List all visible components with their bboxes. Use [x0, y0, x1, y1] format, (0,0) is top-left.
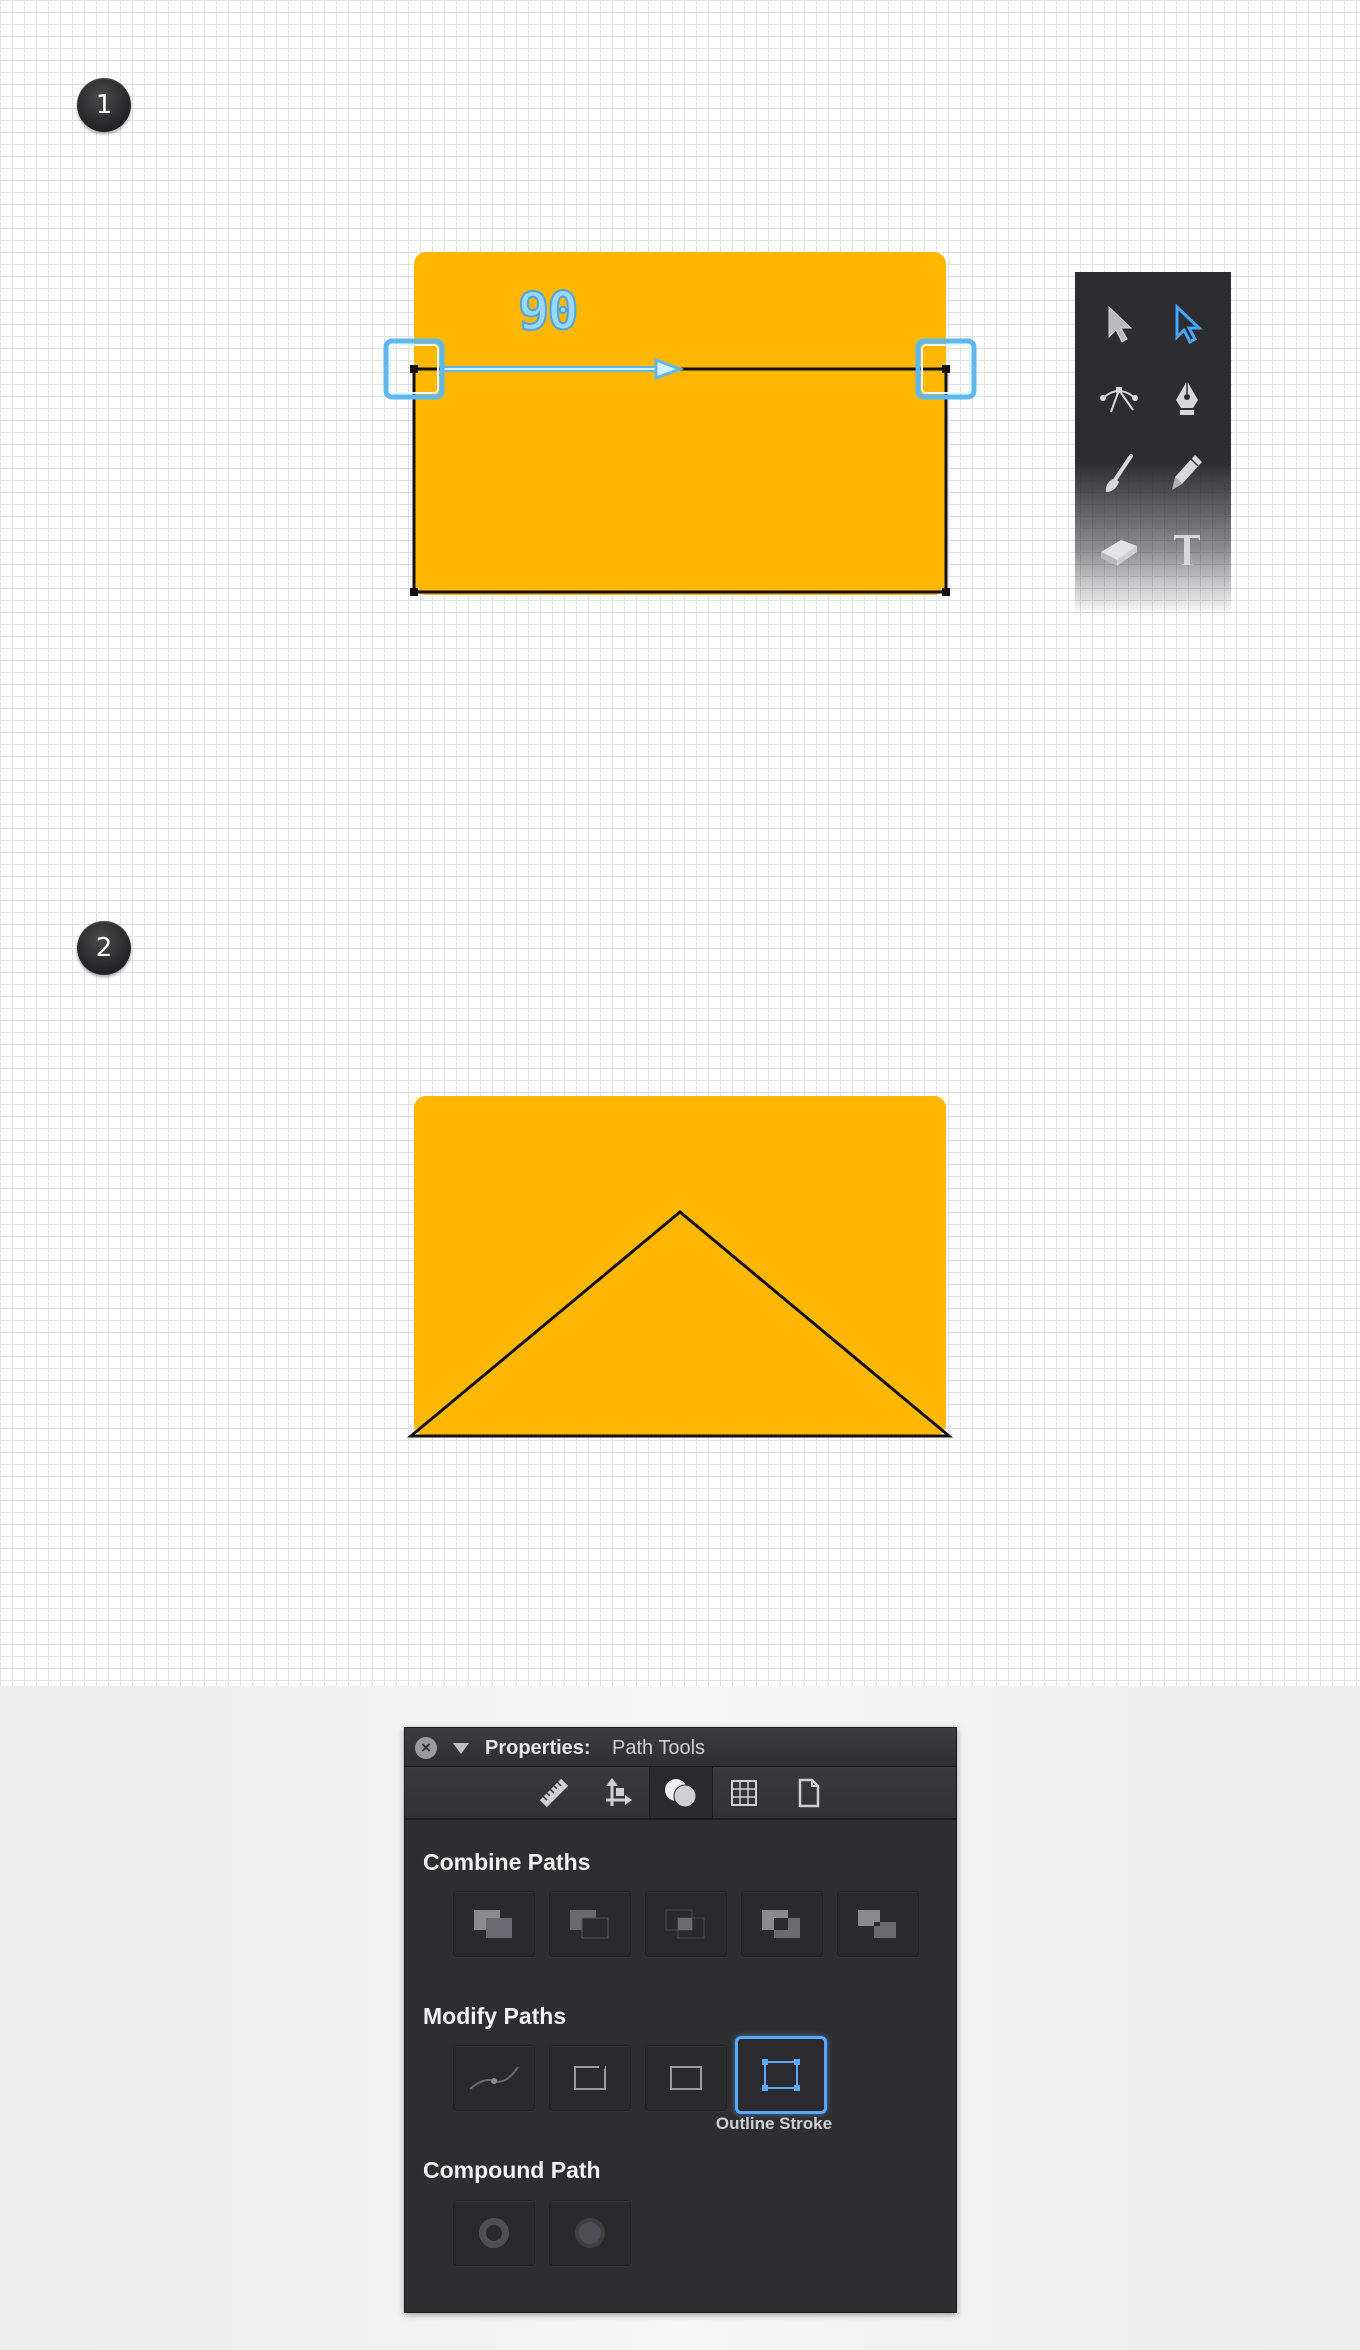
eraser-icon[interactable]: [1091, 522, 1147, 578]
document-icon: [798, 1778, 820, 1807]
collapse-triangle-icon[interactable]: [453, 1743, 469, 1754]
grid-icon: [731, 1779, 757, 1806]
intersect-icon: [665, 1909, 705, 1939]
combine-exclude-button[interactable]: [741, 1891, 823, 1957]
arrange-icon: [606, 1777, 632, 1806]
outline-stroke-caption: Outline Stroke: [715, 2114, 833, 2133]
orange-rectangle-step1[interactable]: [414, 252, 946, 595]
smooth-path-button[interactable]: [453, 2045, 535, 2111]
tab-ruler[interactable]: [523, 1767, 585, 1818]
direct-selection-arrow-icon[interactable]: [1159, 296, 1215, 352]
anchor-point[interactable]: [942, 365, 950, 373]
path-tools-icon: [665, 1778, 697, 1807]
modify-paths-heading: Modify Paths: [423, 2003, 567, 2029]
ruler-icon: [539, 1778, 569, 1807]
reverse-path-button[interactable]: [549, 2045, 631, 2111]
tools-panel: [1075, 272, 1231, 617]
subtract-icon: [570, 1910, 609, 1939]
text-tool-icon[interactable]: [1159, 522, 1215, 578]
anchor-point[interactable]: [410, 588, 418, 596]
outline-stroke-button[interactable]: [735, 2036, 827, 2114]
closed-rectangle-icon: [670, 2066, 702, 2090]
rectangle-outline-icon: [574, 2065, 606, 2090]
compound-disc-icon: [575, 2218, 605, 2248]
panel-header: × Properties: Path Tools: [405, 1728, 956, 1767]
angle-readout: 90: [517, 281, 580, 343]
tab-path-tools[interactable]: [649, 1767, 713, 1818]
outline-stroke-icon: [762, 2059, 800, 2091]
artboard-drawing: [383, 252, 977, 1438]
anchor-point[interactable]: [942, 588, 950, 596]
tab-arrange[interactable]: [586, 1767, 648, 1818]
pencil-icon[interactable]: [1159, 446, 1215, 502]
union-icon: [474, 1910, 512, 1938]
tab-grid[interactable]: [713, 1767, 775, 1818]
combine-intersect-button[interactable]: [645, 1891, 727, 1957]
close-path-button[interactable]: [645, 2045, 727, 2111]
curve-icon: [469, 2066, 519, 2090]
combine-add-button[interactable]: [453, 1891, 535, 1957]
divide-icon: [858, 1910, 896, 1938]
close-icon[interactable]: ×: [415, 1737, 437, 1759]
tab-document[interactable]: [777, 1767, 839, 1818]
panel-title: Properties:: [485, 1737, 591, 1759]
compound-path-heading: Compound Path: [423, 2157, 601, 2183]
pen-tool-icon[interactable]: [1159, 370, 1215, 426]
orange-rectangle-step2[interactable]: [414, 1096, 946, 1436]
combine-divide-button[interactable]: [837, 1891, 919, 1957]
exclude-icon: [762, 1910, 800, 1938]
properties-panel: × Properties: Path Tools Combine Paths M…: [404, 1727, 957, 2313]
transform-nodes-icon[interactable]: [1091, 370, 1147, 426]
selection-arrow-icon[interactable]: [1091, 296, 1147, 352]
combine-paths-heading: Combine Paths: [423, 1849, 591, 1875]
release-compound-button[interactable]: [549, 2200, 631, 2266]
panel-subtitle: Path Tools: [612, 1737, 706, 1759]
panel-tabs: [405, 1767, 956, 1820]
make-compound-button[interactable]: [453, 2200, 535, 2266]
combine-subtract-button[interactable]: [549, 1891, 631, 1957]
compound-ring-icon: [479, 2218, 509, 2248]
brush-icon[interactable]: [1091, 446, 1147, 502]
anchor-point[interactable]: [410, 365, 418, 373]
